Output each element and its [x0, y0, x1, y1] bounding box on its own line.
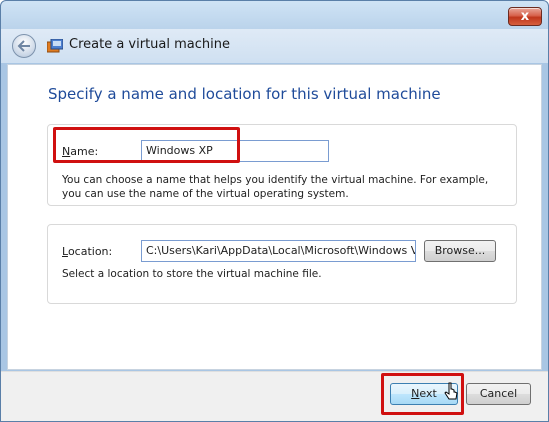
wizard-window: x Create a virtual machine Specify a nam…	[0, 0, 549, 422]
back-button[interactable]	[12, 34, 36, 58]
browse-button[interactable]: Browse...	[424, 240, 496, 262]
page-heading: Specify a name and location for this vir…	[48, 85, 441, 103]
window-title: Create a virtual machine	[69, 37, 230, 52]
name-hint-line-1: You can choose a name that helps you ide…	[62, 174, 489, 186]
virtual-machine-icon	[47, 39, 63, 53]
close-icon: x	[520, 9, 530, 24]
cancel-button[interactable]: Cancel	[466, 383, 531, 405]
location-label-text: ocation:	[67, 245, 113, 258]
back-arrow-icon	[17, 40, 30, 52]
location-input[interactable]: C:\Users\Kari\AppData\Local\Microsoft\Wi…	[141, 240, 416, 262]
name-hint-line-2: you can use the name of the virtual oper…	[62, 188, 349, 200]
location-hint: Select a location to store the virtual m…	[62, 268, 322, 280]
location-label: Location:	[62, 245, 112, 258]
close-button[interactable]: x	[508, 7, 542, 26]
mouse-cursor-icon	[444, 382, 458, 400]
location-group: Location: C:\Users\Kari\AppData\Local\Mi…	[47, 224, 517, 304]
wizard-content: Specify a name and location for this vir…	[7, 64, 542, 370]
name-row-highlight	[53, 127, 240, 163]
